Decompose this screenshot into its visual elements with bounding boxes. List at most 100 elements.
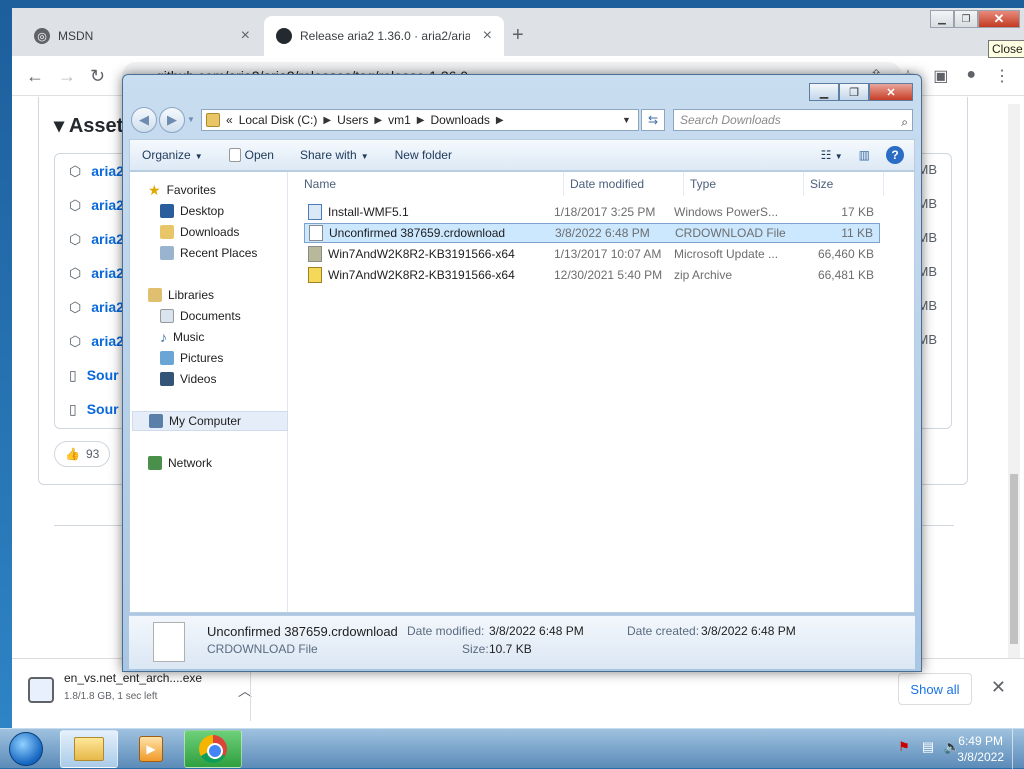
thumbs-up-reaction[interactable]: 👍 93 [54,441,111,467]
nav-libraries[interactable]: Libraries [148,285,304,305]
asset-row[interactable]: ⬡ aria2 [69,154,124,188]
new-folder-button[interactable]: New folder [395,148,452,162]
asset-row[interactable]: ⬡ aria2 [69,188,124,222]
close-download-shelf-icon[interactable]: ✕ [991,677,1006,698]
chevron-right-icon[interactable]: ▶ [374,115,382,126]
forward-arrow-icon[interactable]: → [58,66,76,87]
close-window-button[interactable]: ✕ [869,83,913,101]
package-icon: ⬡ [69,196,82,213]
nav-favorites[interactable]: ★ Favorites [148,180,304,200]
asset-name[interactable]: aria2 [91,163,124,179]
file-row[interactable]: Win7AndW2K8R2-KB3191566-x64 12/30/2021 5… [304,265,880,285]
scrollbar-thumb[interactable] [1010,474,1018,644]
asset-row[interactable]: ▯ Sour [69,392,119,426]
download-item[interactable]: en_vs.net_ent_arch....exe 1.8/1.8 GB, 1 … [28,669,252,719]
minimize-button[interactable]: ▁ [809,83,839,101]
breadcrumb-local-disk[interactable]: Local Disk (C:) [239,113,318,127]
details-size-label: Size: [462,642,489,656]
chevron-down-icon: ▼ [360,152,369,161]
clock[interactable]: 6:49 PM 3/8/2022 [957,733,1004,765]
github-icon [276,28,292,44]
open-label: Open [244,147,274,162]
file-row[interactable]: Win7AndW2K8R2-KB3191566-x64 1/13/2017 10… [304,244,880,264]
asset-name[interactable]: Sour [87,401,119,417]
organize-button[interactable]: Organize ▼ [142,148,203,162]
forward-arrow-icon[interactable]: ▶ [159,107,185,133]
documents-icon [160,309,174,323]
column-name-header[interactable]: Name [298,172,564,196]
taskbar-media-player[interactable]: ▶ [122,730,180,768]
side-panel-icon[interactable]: ▣ [933,66,948,86]
asset-name[interactable]: aria2 [91,299,124,315]
new-tab-button[interactable]: + [512,24,524,47]
recent-pages-dropdown-icon[interactable]: ▼ [187,107,195,133]
asset-name[interactable]: aria2 [91,231,124,247]
asset-name[interactable]: aria2 [91,333,124,349]
menu-kebab-icon[interactable]: ⋮ [994,66,1010,86]
asset-row[interactable]: ⬡ aria2 [69,324,124,358]
asset-row[interactable]: ⬡ aria2 [69,222,124,256]
open-button[interactable]: Open [228,147,274,163]
clock-date: 3/8/2022 [957,750,1004,764]
close-tab-icon[interactable]: × [241,27,250,45]
tab-msdn[interactable]: ◎ MSDN × [22,16,262,56]
organize-label: Organize [142,148,191,162]
libraries-icon [148,288,162,302]
preview-pane-icon[interactable]: ▥ [859,148,870,162]
refresh-icon[interactable]: ⇆ [641,109,665,131]
asset-name[interactable]: aria2 [91,197,124,213]
breadcrumb-users[interactable]: Users [337,113,368,127]
chevron-right-icon[interactable]: ▶ [417,115,425,126]
file-name: Win7AndW2K8R2-KB3191566-x64 [328,268,515,282]
breadcrumb-overflow[interactable]: « [226,113,233,127]
file-list: Name Date modified Type Size Install-WMF… [290,172,914,612]
show-desktop-button[interactable] [1012,729,1024,769]
back-arrow-icon[interactable]: ◀ [131,107,157,133]
breadcrumb-vm1[interactable]: vm1 [388,113,411,127]
share-with-button[interactable]: Share with ▼ [300,148,369,162]
show-all-button[interactable]: Show all [898,673,972,705]
desktop-icon [160,204,174,218]
maximize-button[interactable]: ❐ [839,83,869,101]
search-icon[interactable]: ⌕ [901,112,908,132]
view-options-icon[interactable]: ☷ ▼ [821,148,843,162]
address-dropdown-icon[interactable]: ▼ [622,115,638,125]
chevron-right-icon[interactable]: ▶ [323,115,331,126]
search-input[interactable]: Search Downloads ⌕ [673,109,913,131]
asset-row[interactable]: ⬡ aria2 [69,256,124,290]
close-tab-icon[interactable]: × [483,27,492,45]
file-size: 11 KB [841,226,873,240]
file-type: CRDOWNLOAD File [675,226,786,240]
file-row[interactable]: Install-WMF5.1 1/18/2017 3:25 PM Windows… [304,202,880,222]
breadcrumb-downloads[interactable]: Downloads [431,113,490,127]
tab-aria2-release[interactable]: Release aria2 1.36.0 · aria2/aria2 × [264,16,504,56]
nav-network[interactable]: Network [148,453,304,473]
asset-name[interactable]: Sour [87,367,119,383]
minimize-button[interactable]: ▁ [930,10,954,28]
asset-name[interactable]: aria2 [91,265,124,281]
chevron-right-icon[interactable]: ▶ [496,115,504,126]
clock-time: 6:49 PM [958,734,1003,748]
column-date-modified-header[interactable]: Date modified [564,172,684,196]
asset-row[interactable]: ▯ Sour [69,358,119,392]
chrome-icon [199,735,227,763]
back-arrow-icon[interactable]: ← [26,66,44,87]
breadcrumb[interactable]: « Local Disk (C:) ▶ Users ▶ vm1 ▶ Downloads… [201,109,639,131]
start-button[interactable] [4,729,48,769]
taskbar-explorer[interactable] [60,730,118,768]
column-size-header[interactable]: Size [804,172,884,196]
column-type-header[interactable]: Type [684,172,804,196]
reload-icon[interactable]: ↻ [90,66,105,87]
nav-label: Downloads [180,225,240,239]
help-icon[interactable]: ? [886,146,904,164]
maximize-button[interactable]: ❐ [954,10,978,28]
profile-avatar-icon[interactable]: ● [966,66,976,86]
nav-my-computer[interactable]: My Computer [132,411,288,431]
taskbar-chrome[interactable] [184,730,242,768]
action-center-icon[interactable]: ⚑ [896,739,912,755]
network-icon[interactable]: ▤ [920,739,936,755]
page-scrollbar[interactable] [1008,104,1020,664]
close-window-button[interactable]: ✕ [978,10,1020,28]
asset-row[interactable]: ⬡ aria2 [69,290,124,324]
file-row-selected[interactable]: Unconfirmed 387659.crdownload 3/8/2022 6… [304,223,880,243]
